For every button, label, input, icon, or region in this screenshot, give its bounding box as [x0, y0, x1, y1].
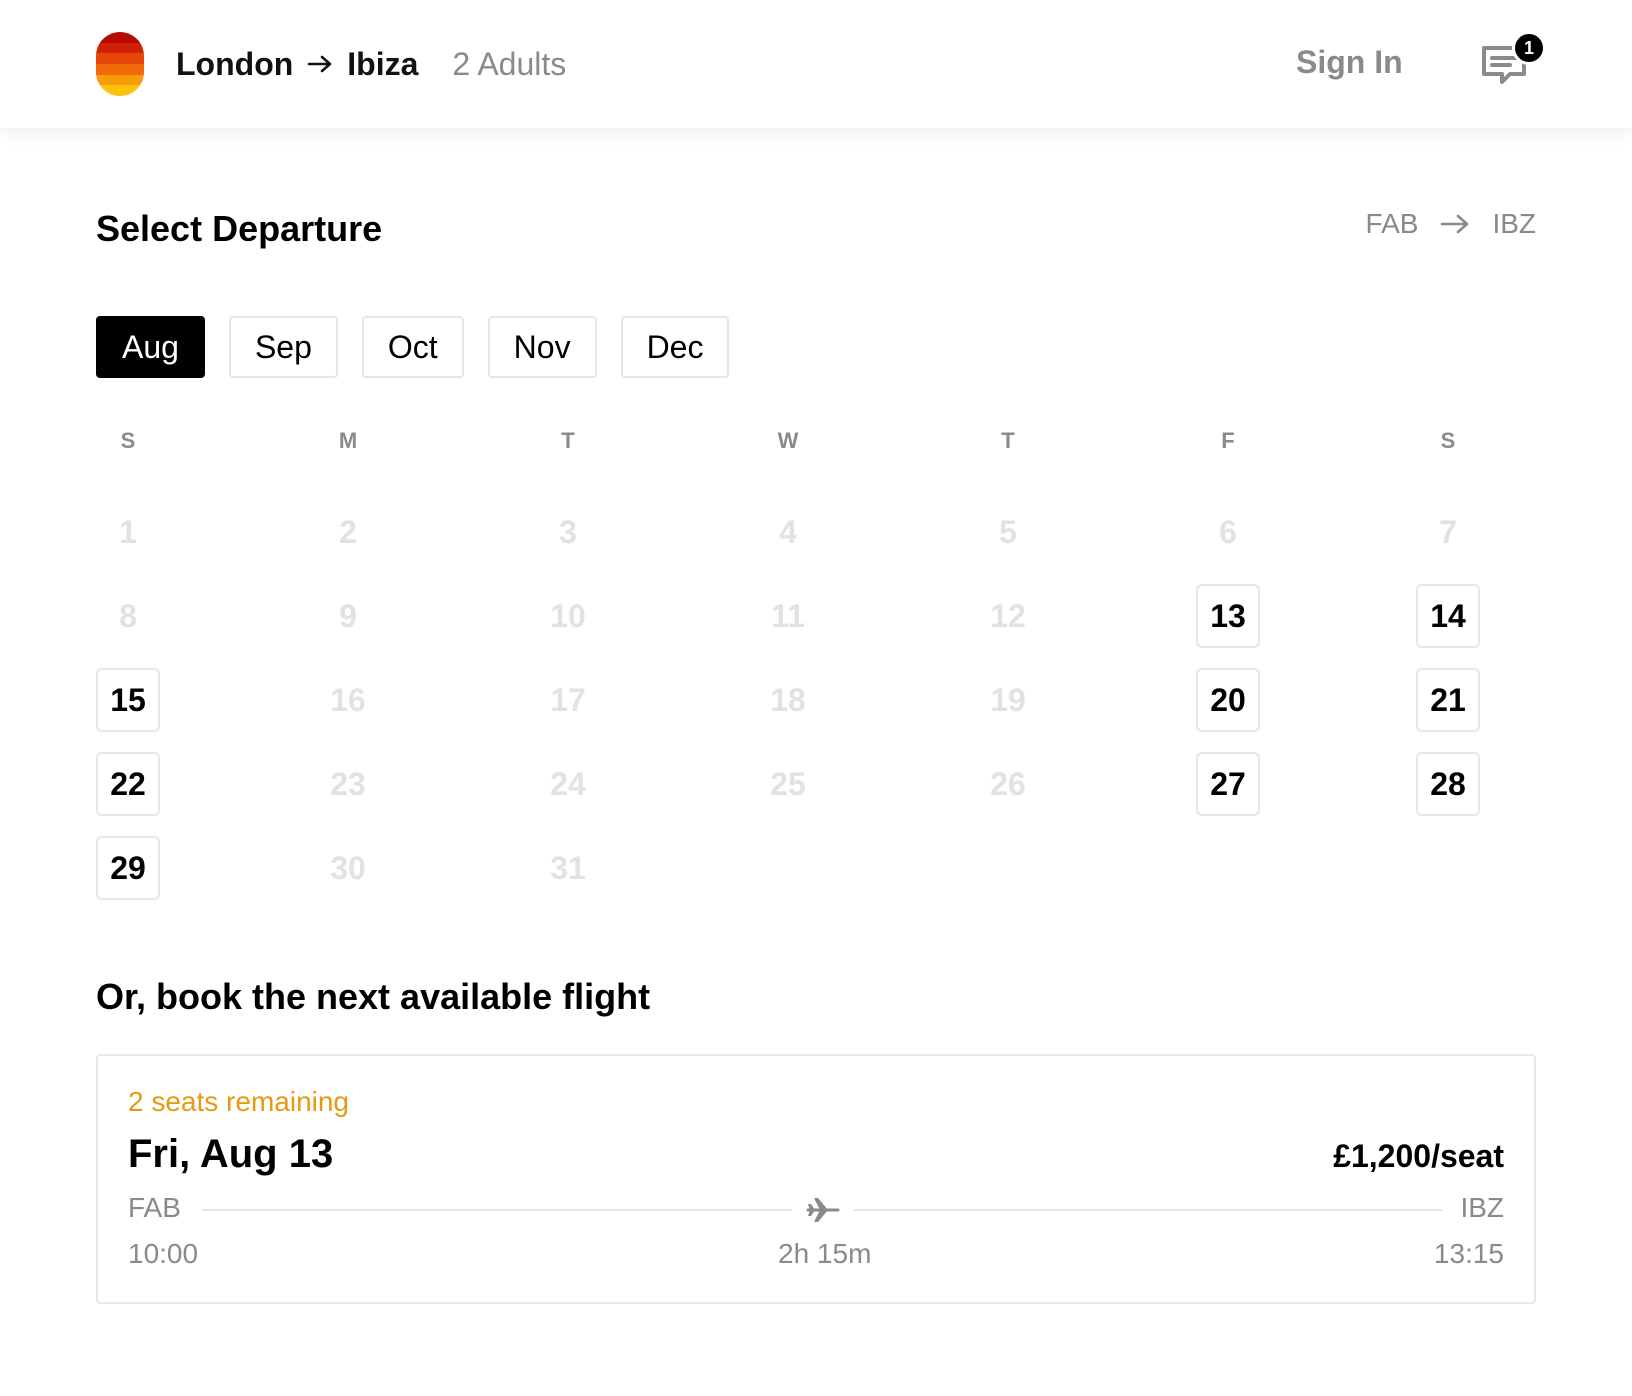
trip-summary[interactable]: London Ibiza 2 Adults — [176, 44, 566, 84]
flight-price: £1,200/seat — [1333, 1138, 1504, 1174]
top-bar: London Ibiza 2 Adults Sign In 1 — [0, 0, 1632, 128]
calendar-day-available[interactable]: 15 — [96, 668, 160, 732]
origin-airport-code: FAB — [1365, 208, 1419, 239]
route-line-left — [202, 1209, 792, 1211]
calendar-day-available[interactable]: 28 — [1416, 752, 1480, 816]
calendar-day-unavailable: 19 — [990, 681, 1026, 718]
calendar-day-unavailable: 25 — [770, 765, 806, 802]
weekday-header: F — [1221, 428, 1235, 453]
weekday-header: S — [1440, 428, 1456, 453]
logo-stripe — [96, 85, 144, 96]
weekday-header: S — [120, 428, 136, 453]
logo-stripe — [96, 74, 144, 86]
month-tab-dec[interactable]: Dec — [620, 316, 730, 378]
arrival-airport-code: IBZ — [1460, 1192, 1504, 1223]
calendar-day-unavailable: 10 — [550, 597, 586, 634]
destination-city: Ibiza — [347, 45, 419, 82]
calendar-day-unavailable: 1 — [119, 513, 137, 550]
month-tab-sep[interactable]: Sep — [228, 316, 338, 378]
departure-time: 10:00 — [128, 1238, 199, 1269]
arrival-time: 13:15 — [1433, 1238, 1504, 1269]
sign-in-link[interactable]: Sign In — [1296, 44, 1403, 81]
next-flight-card[interactable]: 2 seats remaining Fri, Aug 13 £1,200/sea… — [96, 1054, 1536, 1304]
destination-airport-code: IBZ — [1492, 208, 1536, 239]
arrow-right-icon — [307, 54, 333, 74]
notification-badge: 1 — [1512, 31, 1546, 65]
calendar-day-available[interactable]: 21 — [1416, 668, 1480, 732]
flight-duration: 2h 15m — [778, 1238, 872, 1269]
calendar-day-unavailable: 6 — [1219, 513, 1237, 550]
calendar-day-unavailable: 5 — [999, 513, 1017, 550]
calendar-day-unavailable: 31 — [550, 849, 586, 886]
weekday-header: M — [338, 428, 358, 453]
calendar-day-unavailable: 3 — [559, 513, 577, 550]
calendar-day-unavailable: 23 — [330, 765, 366, 802]
calendar-day-unavailable: 12 — [990, 597, 1026, 634]
origin-city: London — [176, 45, 294, 82]
calendar-day-unavailable: 30 — [330, 849, 366, 886]
weekday-header: W — [777, 428, 799, 453]
month-tab-aug[interactable]: Aug — [96, 316, 205, 378]
calendar-day-unavailable: 8 — [119, 597, 137, 634]
page-title: Select Departure — [96, 208, 383, 249]
arrow-right-icon — [1440, 213, 1470, 235]
logo-stripe — [96, 42, 144, 54]
calendar-day-unavailable: 4 — [779, 513, 797, 550]
airport-route: FAB IBZ — [1366, 208, 1536, 240]
logo-stripe — [96, 32, 144, 43]
calendar-day-unavailable: 7 — [1439, 513, 1457, 550]
departure-airport-code: FAB — [128, 1192, 181, 1223]
calendar-day-available[interactable]: 20 — [1196, 668, 1260, 732]
weekday-header: T — [1001, 428, 1015, 453]
logo-stripe — [96, 53, 144, 65]
weekday-header: T — [561, 428, 575, 453]
calendar-day-unavailable: 16 — [330, 681, 366, 718]
plane-icon — [806, 1194, 840, 1226]
month-tab-nov[interactable]: Nov — [487, 316, 597, 378]
calendar-day-available[interactable]: 13 — [1196, 584, 1260, 648]
calendar-day-available[interactable]: 27 — [1196, 752, 1260, 816]
calendar-day-unavailable: 17 — [550, 681, 586, 718]
next-flight-heading: Or, book the next available flight — [96, 976, 651, 1017]
passenger-count: 2 Adults — [452, 45, 567, 82]
month-tab-oct[interactable]: Oct — [361, 316, 464, 378]
month-tabs: Aug Sep Oct Nov Dec — [96, 316, 730, 378]
calendar-day-unavailable: 9 — [339, 597, 357, 634]
calendar-day-unavailable: 18 — [770, 681, 806, 718]
route-line-right — [854, 1209, 1442, 1211]
seats-remaining: 2 seats remaining — [128, 1086, 350, 1117]
brand-logo[interactable] — [96, 32, 144, 96]
calendar-day-available[interactable]: 14 — [1416, 584, 1480, 648]
calendar-day-unavailable: 26 — [990, 765, 1026, 802]
calendar-day-available[interactable]: 22 — [96, 752, 160, 816]
calendar-day-unavailable: 2 — [339, 513, 357, 550]
calendar-day-unavailable: 11 — [771, 597, 805, 634]
calendar-day-available[interactable]: 29 — [96, 836, 160, 900]
calendar-day-unavailable: 24 — [550, 765, 586, 802]
logo-stripe — [96, 64, 144, 75]
flight-date: Fri, Aug 13 — [128, 1132, 334, 1176]
